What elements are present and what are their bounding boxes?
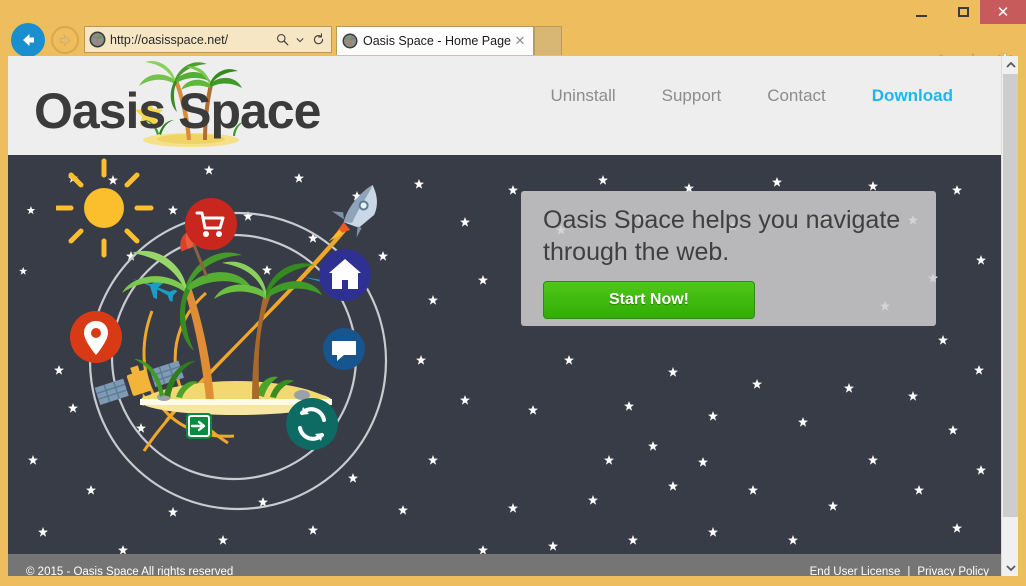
minimize-icon [915, 14, 927, 17]
chevron-down-icon[interactable] [291, 30, 309, 50]
scrollbar-thumb[interactable] [1003, 74, 1018, 517]
site-favicon-icon [89, 31, 106, 48]
nav-link-download[interactable]: Download [872, 86, 953, 106]
location-pin-badge[interactable] [70, 311, 122, 363]
home-badge[interactable] [319, 249, 371, 301]
sun-icon [56, 158, 154, 258]
nav-link-uninstall[interactable]: Uninstall [550, 86, 615, 106]
browser-toolbar: http://oasisspace.net/ Oasis Space - Hom… [0, 23, 1026, 73]
hero-section: Oasis Space helps you navigate through t… [8, 155, 1001, 554]
tab-favicon-icon [342, 33, 358, 49]
page-scrollbar[interactable] [1001, 56, 1018, 576]
space-island-illustration [56, 158, 388, 511]
site-header: Oasis Space Uninstall Support Contact Do… [8, 56, 1001, 155]
hero-callout-box: Oasis Space helps you navigate through t… [521, 191, 936, 326]
site-footer: © 2015 - Oasis Space All rights reserved… [8, 554, 1001, 576]
nav-link-contact[interactable]: Contact [767, 86, 826, 106]
close-icon: ✕ [996, 3, 1010, 21]
hero-headline: Oasis Space helps you navigate through t… [543, 206, 901, 266]
footer-links: End User License | Privacy Policy [810, 566, 989, 576]
url-text: http://oasisspace.net/ [110, 32, 229, 47]
footer-link-end-user-license[interactable]: End User License [810, 566, 901, 576]
tab-title: Oasis Space - Home Page [363, 34, 511, 48]
nav-link-support[interactable]: Support [662, 86, 722, 106]
footer-copyright: © 2015 - Oasis Space All rights reserved [26, 566, 234, 576]
minimize-button[interactable] [900, 0, 942, 24]
back-button[interactable] [11, 23, 45, 57]
scroll-up-button[interactable] [1002, 56, 1018, 73]
footer-link-separator: | [907, 566, 911, 576]
start-now-button[interactable]: Start Now! [543, 280, 755, 319]
new-tab-button[interactable] [534, 26, 562, 55]
page-viewport: Oasis Space Uninstall Support Contact Do… [8, 56, 1018, 576]
refresh-badge[interactable] [286, 398, 338, 450]
maximize-button[interactable] [942, 0, 984, 24]
browser-window: ✕ http://oasisspace.net/ Oasis Space - H… [0, 0, 1026, 586]
chevron-up-icon [1005, 61, 1016, 68]
site-navigation: Uninstall Support Contact Download [550, 86, 953, 106]
search-icon[interactable] [273, 30, 291, 50]
forward-button[interactable] [51, 26, 79, 54]
tab-close-icon[interactable]: ✕ [512, 33, 528, 49]
chevron-down-icon [1005, 564, 1016, 571]
footer-link-privacy-policy[interactable]: Privacy Policy [917, 566, 989, 576]
close-window-button[interactable]: ✕ [980, 0, 1026, 24]
address-bar[interactable]: http://oasisspace.net/ [84, 26, 332, 53]
logo-text: Oasis Space [34, 82, 321, 139]
tab-strip: Oasis Space - Home Page ✕ [336, 26, 562, 56]
title-bar: ✕ [0, 0, 1026, 24]
chat-badge[interactable] [323, 328, 365, 370]
maximize-icon [957, 7, 969, 17]
refresh-icon[interactable] [309, 30, 327, 50]
tab-oasis-space-home-page[interactable]: Oasis Space - Home Page ✕ [336, 26, 534, 55]
login-badge[interactable] [186, 413, 212, 439]
shopping-cart-badge[interactable] [185, 198, 237, 250]
scroll-down-button[interactable] [1002, 559, 1018, 576]
forward-arrow-icon [59, 34, 70, 46]
back-arrow-icon [23, 34, 34, 46]
web-page: Oasis Space Uninstall Support Contact Do… [8, 56, 1001, 576]
site-logo[interactable]: Oasis Space [34, 60, 334, 148]
